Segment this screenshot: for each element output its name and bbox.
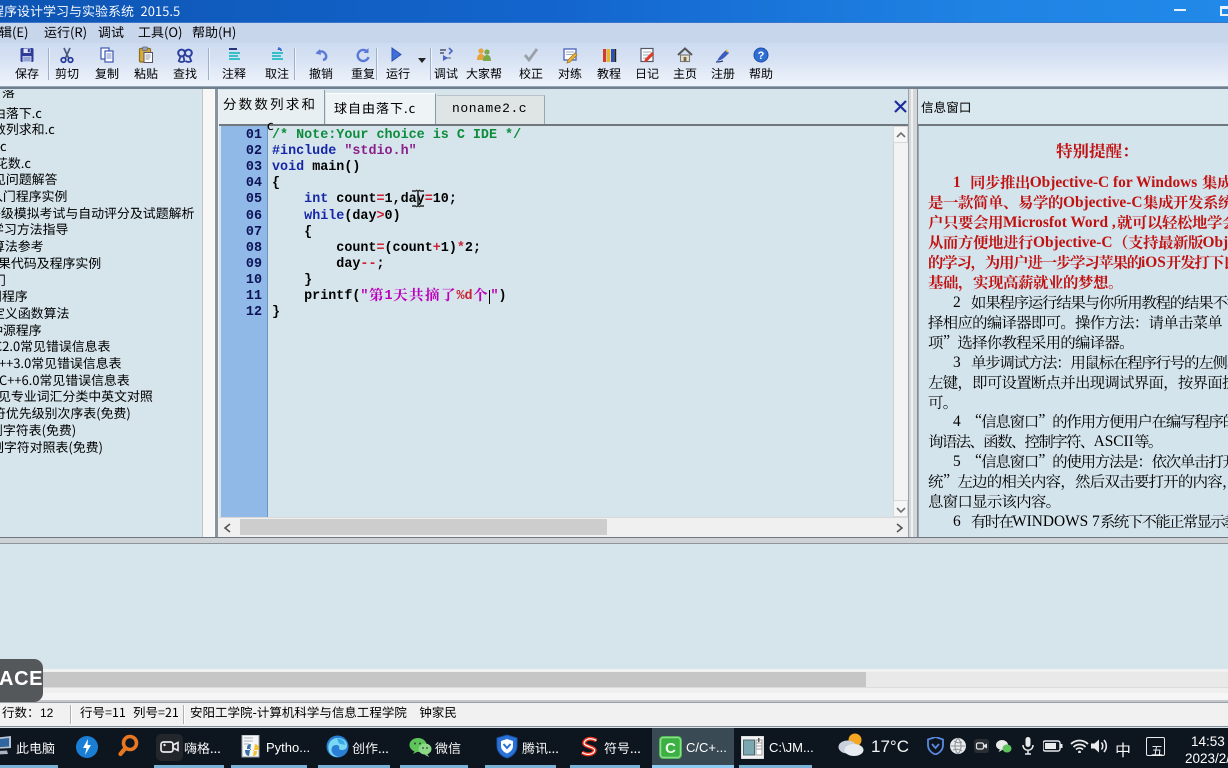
svg-text:?: ? bbox=[758, 50, 765, 62]
svg-text:C: C bbox=[665, 740, 676, 757]
